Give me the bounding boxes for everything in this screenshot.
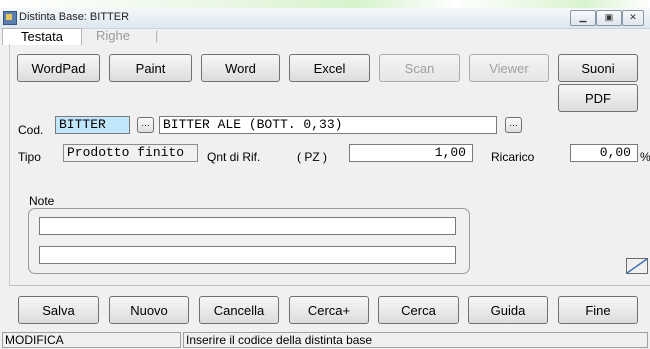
ricarico-label: Ricarico	[491, 150, 535, 164]
title-bar: Distinta Base: BITTER ▁ ▣ ✕	[0, 8, 650, 29]
tab-testata[interactable]: Testata	[2, 28, 82, 45]
maximize-button[interactable]: ▣	[596, 10, 622, 26]
background-strip	[0, 0, 650, 8]
wordpad-button[interactable]: WordPad	[17, 54, 100, 82]
fine-button[interactable]: Fine	[558, 296, 638, 324]
salva-button[interactable]: Salva	[18, 296, 99, 324]
app-icon	[3, 11, 17, 25]
ellipsis-icon: …	[141, 118, 150, 128]
scan-button[interactable]: Scan	[379, 54, 460, 82]
paint-button[interactable]: Paint	[109, 54, 192, 82]
window-title: Distinta Base: BITTER	[19, 11, 130, 23]
tab-bar: Testata Righe |	[0, 28, 650, 45]
pdf-button[interactable]: PDF	[558, 84, 638, 112]
cod-lookup-button[interactable]: …	[137, 117, 154, 133]
qnt-rif-input[interactable]: 1,00	[349, 144, 473, 162]
minimize-button[interactable]: ▁	[570, 10, 596, 26]
tipo-field: Prodotto finito	[63, 144, 198, 162]
unit-label: ( PZ )	[297, 150, 327, 164]
cod-label: Cod.	[18, 123, 44, 137]
cod-input[interactable]: BITTER	[55, 116, 130, 134]
application-window: Distinta Base: BITTER ▁ ▣ ✕ Testata Righ…	[0, 0, 650, 349]
tab-righe[interactable]: Righe	[96, 28, 130, 44]
excel-button[interactable]: Excel	[289, 54, 370, 82]
cerca-plus-button[interactable]: Cerca+	[289, 296, 369, 324]
note-line-1[interactable]	[39, 217, 456, 235]
maximize-icon: ▣	[604, 12, 614, 22]
viewer-button[interactable]: Viewer	[469, 54, 549, 82]
status-message: Inserire il codice della distinta base	[183, 332, 648, 348]
tab-separator: |	[155, 28, 159, 43]
note-line-2[interactable]	[39, 246, 456, 264]
cerca-button[interactable]: Cerca	[378, 296, 459, 324]
ricarico-unit: %	[640, 150, 650, 164]
note-label: Note	[29, 194, 55, 208]
description-input[interactable]: BITTER ALE (BOTT. 0,33)	[159, 116, 497, 134]
word-button[interactable]: Word	[201, 54, 280, 82]
cancella-button[interactable]: Cancella	[199, 296, 279, 324]
tipo-label: Tipo	[18, 150, 41, 164]
resize-grip-icon[interactable]	[626, 258, 648, 274]
guida-button[interactable]: Guida	[468, 296, 548, 324]
close-button[interactable]: ✕	[622, 10, 644, 26]
status-mode: MODIFICA	[2, 332, 181, 348]
ricarico-input[interactable]: 0,00	[570, 144, 638, 162]
suoni-button[interactable]: Suoni	[558, 54, 638, 82]
description-lookup-button[interactable]: …	[505, 117, 522, 133]
ellipsis-icon: …	[509, 118, 518, 128]
qnt-rif-label: Qnt di Rif.	[207, 150, 261, 164]
close-icon: ✕	[629, 12, 637, 22]
nuovo-button[interactable]: Nuovo	[109, 296, 189, 324]
minimize-icon: ▁	[579, 12, 587, 22]
